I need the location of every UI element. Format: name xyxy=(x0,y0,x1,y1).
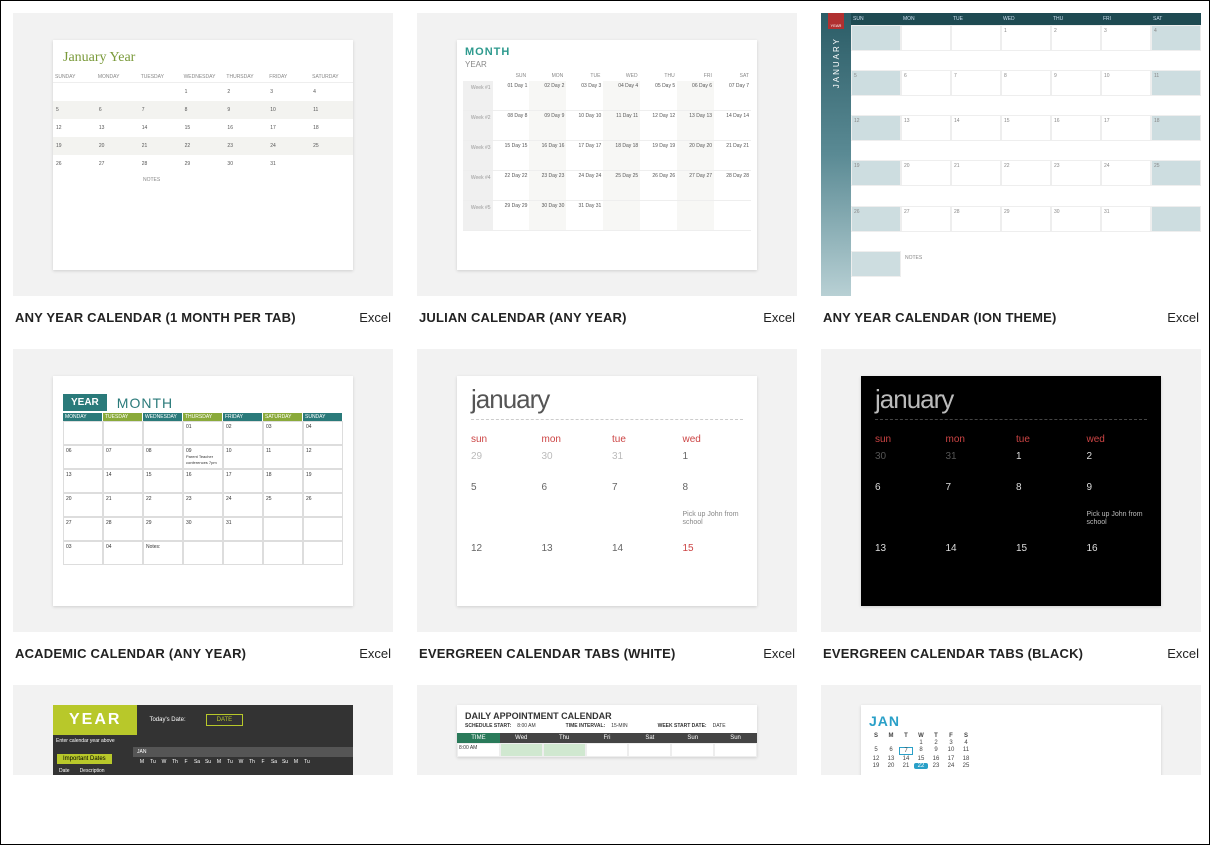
template-app: Excel xyxy=(763,646,795,661)
calendar-preview: YEAR JANUARY SUNMONTUEWEDTHUFRISAT 12345… xyxy=(821,13,1201,296)
template-card[interactable]: january sunmontuewed29303115678Pick up J… xyxy=(417,349,797,661)
notes-label: NOTES xyxy=(53,173,353,183)
year-tab: YEAR xyxy=(828,13,844,29)
calendar-preview: january sunmontuewed29303115678Pick up J… xyxy=(457,376,757,606)
template-grid: January Year SUNDAYMONDAYTUESDAYWEDNESDA… xyxy=(1,1,1209,787)
template-thumbnail: January Year SUNDAYMONDAYTUESDAYWEDNESDA… xyxy=(13,13,393,296)
template-card[interactable]: YEAR Today's Date: DATE Enter calendar y… xyxy=(13,685,393,775)
template-thumbnail: january sunmontuewed29303115678Pick up J… xyxy=(417,349,797,632)
calendar-preview: JAN SMTWTFS12345678910111213141516171819… xyxy=(861,705,1161,775)
template-title: ANY YEAR CALENDAR (1 MONTH PER TAB) xyxy=(15,310,296,325)
important-dates-label: Important Dates xyxy=(57,754,112,764)
template-meta: ANY YEAR CALENDAR (ION THEME) Excel xyxy=(821,296,1201,325)
calendar-preview: DAILY APPOINTMENT CALENDAR SCHEDULE STAR… xyxy=(457,705,757,757)
template-app: Excel xyxy=(1167,310,1199,325)
template-card[interactable]: YEAR JANUARY SUNMONTUEWEDTHUFRISAT 12345… xyxy=(821,13,1201,325)
template-thumbnail: JAN SMTWTFS12345678910111213141516171819… xyxy=(821,685,1201,775)
template-meta: EVERGREEN CALENDAR TABS (WHITE) Excel xyxy=(417,632,797,661)
template-card[interactable]: january sunmontuewed3031126789Pick up Jo… xyxy=(821,349,1201,661)
month-label: JANUARY xyxy=(832,37,841,88)
template-app: Excel xyxy=(763,310,795,325)
month-label: MONTH xyxy=(117,395,173,411)
today-label: Today's Date: xyxy=(149,717,185,723)
year-label: YEAR xyxy=(53,705,137,735)
calendar-preview: MONTH YEAR SUNMONTUEWEDTHUFRISAT Week #1… xyxy=(457,40,757,270)
template-app: Excel xyxy=(359,310,391,325)
template-thumbnail: DAILY APPOINTMENT CALENDAR SCHEDULE STAR… xyxy=(417,685,797,775)
mini-month: JAN xyxy=(133,747,353,757)
month-title: january xyxy=(457,376,757,419)
template-thumbnail: YEAR Today's Date: DATE Enter calendar y… xyxy=(13,685,393,775)
template-meta: ANY YEAR CALENDAR (1 MONTH PER TAB) Exce… xyxy=(13,296,393,325)
template-meta: JULIAN CALENDAR (ANY YEAR) Excel xyxy=(417,296,797,325)
month-label: JAN xyxy=(869,713,1153,733)
calendar-preview: YEAR Today's Date: DATE Enter calendar y… xyxy=(53,705,353,775)
template-title: ACADEMIC CALENDAR (ANY YEAR) xyxy=(15,646,246,661)
template-thumbnail: YEAR JANUARY SUNMONTUEWEDTHUFRISAT 12345… xyxy=(821,13,1201,296)
template-app: Excel xyxy=(1167,646,1199,661)
template-card[interactable]: MONTH YEAR SUNMONTUEWEDTHUFRISAT Week #1… xyxy=(417,13,797,325)
preview-title: DAILY APPOINTMENT CALENDAR xyxy=(457,705,757,723)
hint-text: Enter calendar year above xyxy=(53,735,353,747)
month-title: january xyxy=(861,376,1161,419)
calendar-preview: January Year SUNDAYMONDAYTUESDAYWEDNESDA… xyxy=(53,40,353,270)
date-button: DATE xyxy=(206,714,244,726)
template-card[interactable]: YEAR MONTH MONDAYTUESDAYWEDNESDAYTHURSDA… xyxy=(13,349,393,661)
month-label: MONTH xyxy=(465,46,510,58)
year-label: YEAR xyxy=(465,60,510,69)
template-thumbnail: january sunmontuewed3031126789Pick up Jo… xyxy=(821,349,1201,632)
template-title: EVERGREEN CALENDAR TABS (BLACK) xyxy=(823,646,1083,661)
template-title: JULIAN CALENDAR (ANY YEAR) xyxy=(419,310,627,325)
template-title: ANY YEAR CALENDAR (ION THEME) xyxy=(823,310,1057,325)
template-thumbnail: YEAR MONTH MONDAYTUESDAYWEDNESDAYTHURSDA… xyxy=(13,349,393,632)
template-card[interactable]: JAN SMTWTFS12345678910111213141516171819… xyxy=(821,685,1201,775)
year-label: YEAR xyxy=(63,394,107,411)
preview-heading: January Year xyxy=(53,40,353,72)
template-card[interactable]: DAILY APPOINTMENT CALENDAR SCHEDULE STAR… xyxy=(417,685,797,775)
template-title: EVERGREEN CALENDAR TABS (WHITE) xyxy=(419,646,676,661)
template-meta: ACADEMIC CALENDAR (ANY YEAR) Excel xyxy=(13,632,393,661)
template-card[interactable]: January Year SUNDAYMONDAYTUESDAYWEDNESDA… xyxy=(13,13,393,325)
calendar-preview: YEAR MONTH MONDAYTUESDAYWEDNESDAYTHURSDA… xyxy=(53,376,353,606)
template-meta: EVERGREEN CALENDAR TABS (BLACK) Excel xyxy=(821,632,1201,661)
template-app: Excel xyxy=(359,646,391,661)
template-thumbnail: MONTH YEAR SUNMONTUEWEDTHUFRISAT Week #1… xyxy=(417,13,797,296)
calendar-preview: january sunmontuewed3031126789Pick up Jo… xyxy=(861,376,1161,606)
